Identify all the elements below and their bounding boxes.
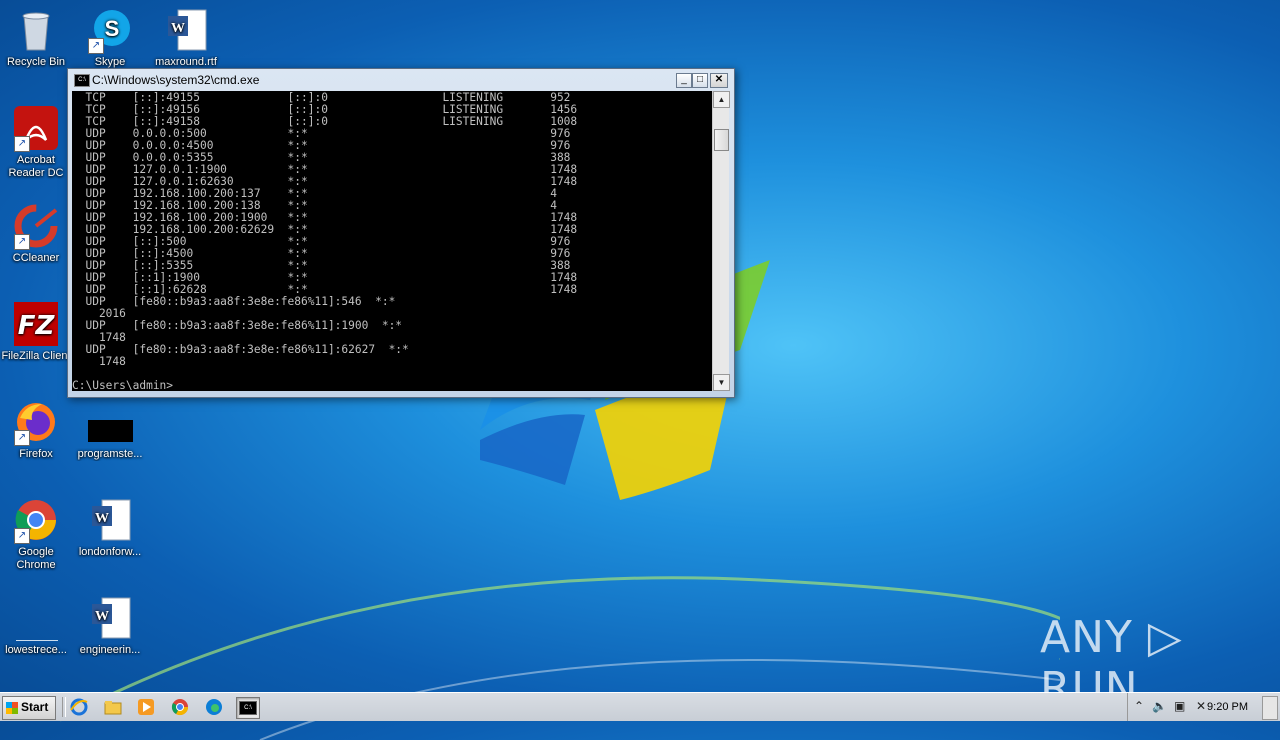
acrobat-icon: ↗ [12, 104, 60, 152]
show-desktop-button[interactable] [1262, 696, 1278, 720]
maximize-button[interactable]: □ [692, 73, 708, 88]
chrome-icon: ↗ [12, 496, 60, 544]
ccleaner-icon: ↗ [12, 202, 60, 250]
recycle-bin-icon [12, 6, 60, 54]
svg-text:FZ: FZ [18, 311, 56, 341]
chrome-icon[interactable] [169, 697, 191, 717]
network-icon[interactable]: ▣ [1174, 699, 1185, 713]
scroll-down-icon[interactable]: ▼ [713, 374, 730, 391]
ie-icon[interactable] [68, 697, 90, 717]
edge-icon[interactable] [203, 697, 225, 717]
close-button[interactable]: ✕ [710, 73, 728, 88]
desktop-icon-skype[interactable]: S ↗ Skype [72, 6, 148, 69]
desktop-icon-chrome[interactable]: ↗ Google Chrome [0, 496, 74, 572]
black-file-thumbnail-icon [86, 398, 134, 446]
svg-text:S: S [105, 16, 120, 41]
cmd-icon: C:\ [74, 74, 90, 87]
word-document-icon: W [162, 6, 210, 54]
desktop-icon-acrobat[interactable]: ↗ Acrobat Reader DC [0, 104, 74, 180]
desktop-icon-lowestrece[interactable]: lowestrece... [0, 594, 74, 657]
volume-icon[interactable]: 🔈 [1152, 699, 1167, 713]
word-document-icon: W [86, 496, 134, 544]
skype-icon: S ↗ [86, 6, 134, 54]
minimize-button[interactable]: _ [676, 73, 692, 88]
clock[interactable]: 9:20 PM [1207, 701, 1248, 713]
window-title: C:\Windows\system32\cmd.exe [92, 73, 260, 87]
scroll-up-icon[interactable]: ▲ [713, 91, 730, 108]
start-button[interactable]: Start [2, 696, 56, 720]
blank-file-thumbnail-icon [12, 594, 60, 642]
desktop-icon-firefox[interactable]: ↗ Firefox [0, 398, 74, 461]
shortcut-arrow-icon: ↗ [14, 528, 30, 544]
taskbar: Start C:\ ⌃ 🔈 ▣ ✕ 9:20 PM [0, 692, 1280, 721]
console-text: TCP [::]:49155 [::]:0 LISTENING 952 TCP … [72, 91, 578, 392]
vertical-scrollbar[interactable]: ▲ ▼ [712, 91, 730, 391]
taskbar-separator [62, 697, 66, 717]
svg-text:W: W [95, 511, 109, 526]
desktop-icon-filezilla[interactable]: FZ FileZilla Client [0, 300, 74, 363]
cmd-taskbar-button[interactable]: C:\ [236, 697, 260, 719]
console-output-area[interactable]: TCP [::]:49155 [::]:0 LISTENING 952 TCP … [72, 91, 712, 391]
media-player-icon[interactable] [135, 697, 157, 717]
shortcut-arrow-icon: ↗ [14, 136, 30, 152]
desktop-icon-maxround-rtf[interactable]: W maxround.rtf [148, 6, 224, 69]
svg-text:W: W [95, 609, 109, 624]
shortcut-arrow-icon: ↗ [88, 38, 104, 54]
system-tray: ⌃ 🔈 ▣ ✕ 9:20 PM [1127, 693, 1280, 721]
cmd-icon: C:\ [239, 701, 257, 715]
shortcut-arrow-icon: ↗ [14, 234, 30, 250]
explorer-icon[interactable] [102, 697, 124, 717]
desktop-icon-ccleaner[interactable]: ↗ CCleaner [0, 202, 74, 265]
desktop-icon-engineerin[interactable]: W engineerin... [72, 594, 148, 657]
firefox-icon: ↗ [12, 398, 60, 446]
cmd-title-bar[interactable]: C:\ C:\Windows\system32\cmd.exe _ □ ✕ [72, 72, 730, 88]
filezilla-icon: FZ [12, 300, 60, 348]
windows-flag-icon [6, 702, 18, 714]
cmd-window[interactable]: C:\ C:\Windows\system32\cmd.exe _ □ ✕ TC… [67, 68, 735, 398]
show-hidden-icons-icon[interactable]: ⌃ [1134, 699, 1144, 713]
word-document-icon: W [86, 594, 134, 642]
desktop-icon-londonforw[interactable]: W londonforw... [72, 496, 148, 559]
desktop-icon-recycle-bin[interactable]: Recycle Bin [0, 6, 74, 69]
desktop-icon-programste[interactable]: programste... [72, 398, 148, 461]
scroll-thumb[interactable] [714, 129, 729, 151]
svg-text:W: W [171, 21, 185, 36]
shortcut-arrow-icon: ↗ [14, 430, 30, 446]
speaker-muted-icon[interactable]: ✕ [1196, 699, 1206, 713]
